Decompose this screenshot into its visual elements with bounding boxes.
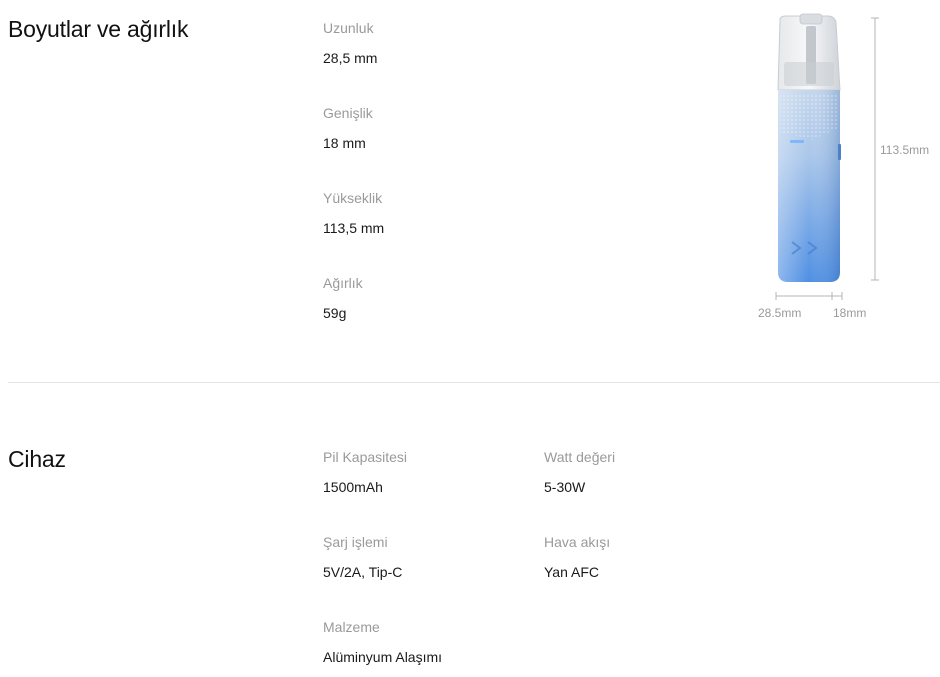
section-title-device: Cihaz: [8, 446, 66, 472]
spec-label: Şarj işlemi: [323, 534, 388, 550]
spec-airflow: Hava akışı Yan AFC: [544, 533, 610, 581]
width-dimension-label: 18mm: [833, 306, 866, 320]
device-dimension-figure: 113.5mm 28.5mm 18mm: [758, 13, 929, 320]
spec-value: 113,5 mm: [323, 220, 385, 236]
spec-label: Genişlik: [323, 105, 373, 121]
spec-label: Hava akışı: [544, 534, 611, 550]
spec-value: 1500mAh: [323, 479, 383, 495]
height-dimension-label: 113.5mm: [880, 143, 929, 157]
spec-value: Alüminyum Alaşımı: [323, 649, 443, 665]
spec-height: Yükseklik 113,5 mm: [323, 189, 384, 237]
spec-label: Yükseklik: [323, 190, 383, 206]
spec-label: Malzeme: [323, 619, 380, 635]
spec-value: 5V/2A, Tip-C: [323, 564, 403, 580]
spec-charging: Şarj işlemi 5V/2A, Tip-C: [323, 533, 402, 581]
spec-battery-capacity: Pil Kapasitesi 1500mAh: [323, 448, 407, 496]
spec-label: Uzunluk: [323, 20, 374, 36]
spec-label: Watt değeri: [544, 449, 616, 465]
spec-width: Genişlik 18 mm: [323, 104, 373, 152]
spec-label: Ağırlık: [323, 275, 363, 291]
length-dimension-label: 28.5mm: [758, 306, 801, 320]
spec-value: 28,5 mm: [323, 50, 378, 66]
spec-label: Pil Kapasitesi: [323, 449, 408, 465]
spec-value: 59g: [323, 305, 347, 321]
section-title-dimensions: Boyutlar ve ağırlık: [8, 16, 189, 42]
spec-material: Malzeme Alüminyum Alaşımı: [323, 618, 442, 666]
spec-wattage: Watt değeri 5-30W: [544, 448, 615, 496]
section-divider: [8, 382, 940, 383]
device-side-button: [838, 144, 841, 160]
spec-value: 18 mm: [323, 135, 366, 151]
spec-weight: Ağırlık 59g: [323, 274, 363, 322]
spec-length: Uzunluk 28,5 mm: [323, 19, 377, 67]
spec-value: Yan AFC: [544, 564, 599, 580]
spec-value: 5-30W: [544, 479, 586, 495]
device-mouthpiece: [799, 13, 823, 25]
